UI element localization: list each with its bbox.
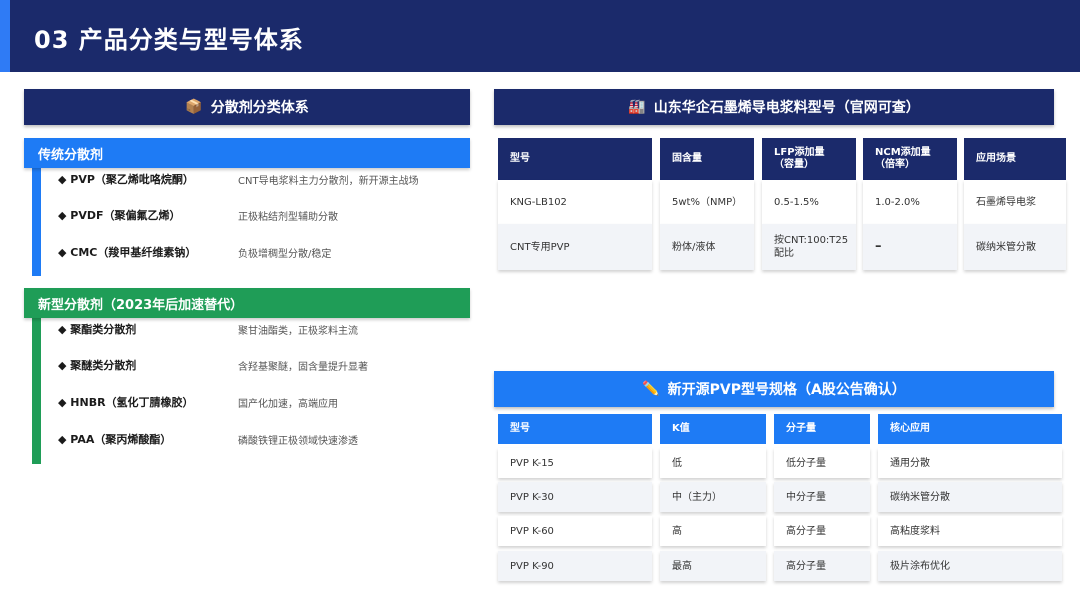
table-cell: 高 [660,516,766,546]
item-desc: 聚甘油酯类，正极浆料主流 [238,325,358,337]
table-header-cell: NCM添加量 （倍率） [863,138,957,180]
table-cell: PVP K-90 [498,551,652,581]
table-cell: 低分子量 [774,448,870,478]
left-panel-title: 分散剂分类体系 [210,100,309,116]
table-cell: 极片涂布优化 [878,551,1062,581]
table-cell: 通用分散 [878,448,1062,478]
table-header-cell: 固含量 [660,138,754,180]
table-cell: 高粘度浆料 [878,516,1062,546]
table-cell: 高分子量 [774,516,870,546]
item-name: ◆ PVDF（聚偏氟乙烯） [58,209,181,222]
right-top-panel-header: 🏭 山东华企石墨烯导电浆料型号（官网可查） [494,89,1054,125]
table-header-cell: LFP添加量 （容量） [762,138,856,180]
new-type-accent-bar [32,314,41,464]
item-name: ◆ PAA（聚丙烯酸酯） [58,433,172,446]
item-desc: 国产化加速，高端应用 [238,398,338,410]
list-item: ◆ CMC（羧甲基纤维素钠） 负极增稠型分散/稳定 [58,241,331,263]
traditional-accent-bar [32,166,41,276]
item-name: ◆ 聚醚类分散剂 [58,359,137,372]
page-header: 03 产品分类与型号体系 [0,0,1080,72]
list-item: ◆ 聚酯类分散剂 聚甘油酯类，正极浆料主流 [58,318,358,340]
table-cell: CNT专用PVP [498,224,652,270]
table-cell: PVP K-30 [498,482,652,512]
table-header-cell: 分子量 [774,414,870,444]
table-header-cell: 应用场景 [964,138,1066,180]
table-cell: 碳纳米管分散 [878,482,1062,512]
right-bottom-panel-header: ✏️ 新开源PVP型号规格（A股公告确认） [494,371,1054,407]
table-cell: 石墨烯导电浆 [964,180,1066,224]
table-cell: PVP K-15 [498,448,652,478]
traditional-category-title: 传统分散剂 [24,138,470,168]
list-item: ◆ PVP（聚乙烯吡咯烷酮） CNT导电浆料主力分散剂，新开源主战场 [58,168,419,190]
header-accent-bar [0,0,10,72]
table-header-cell: K值 [660,414,766,444]
item-desc: 负极增稠型分散/稳定 [238,248,332,260]
right-bottom-panel-title: 新开源PVP型号规格（A股公告确认） [667,382,906,398]
table-cell: 按CNT:100:T25配比 [762,224,856,270]
right-top-panel-title: 山东华企石墨烯导电浆料型号（官网可查） [653,100,920,116]
list-item: ◆ PAA（聚丙烯酸酯） 磷酸铁锂正极领域快速渗透 [58,428,358,450]
item-desc: 磷酸铁锂正极领域快速渗透 [238,435,358,447]
table-cell: 5wt%（NMP） [660,180,754,224]
list-item: ◆ HNBR（氢化丁腈橡胶） 国产化加速，高端应用 [58,391,338,413]
table-cell: 0.5-1.5% [762,180,856,224]
item-name: ◆ HNBR（氢化丁腈橡胶） [58,396,194,409]
table-cell: 高分子量 [774,551,870,581]
table-cell: 最高 [660,551,766,581]
item-name: ◆ 聚酯类分散剂 [58,323,137,336]
table-cell: 低 [660,448,766,478]
item-desc: 正极粘结剂型辅助分散 [238,211,338,223]
table-cell: 碳纳米管分散 [964,224,1066,270]
item-name: ◆ PVP（聚乙烯吡咯烷酮） [58,173,194,186]
list-item: ◆ PVDF（聚偏氟乙烯） 正极粘结剂型辅助分散 [58,204,338,226]
table-cell: – [863,224,957,270]
page-title: 03 产品分类与型号体系 [34,26,304,54]
table-cell: 中（主力） [660,482,766,512]
table-cell: 粉体/液体 [660,224,754,270]
table-header-cell: 型号 [498,138,652,180]
table-cell: KNG-LB102 [498,180,652,224]
list-item: ◆ 聚醚类分散剂 含羟基聚醚，固含量提升显著 [58,354,368,376]
item-desc: 含羟基聚醚，固含量提升显著 [238,361,368,373]
factory-icon: 🏭 [628,99,646,115]
table-header-cell: 核心应用 [878,414,1062,444]
new-type-category-title: 新型分散剂（2023年后加速替代） [24,288,470,318]
table-cell: PVP K-60 [498,516,652,546]
item-name: ◆ CMC（羧甲基纤维素钠） [58,246,197,259]
table-header-cell: 型号 [498,414,652,444]
left-panel-header: 📦 分散剂分类体系 [24,89,470,125]
table-cell: 1.0-2.0% [863,180,957,224]
item-desc: CNT导电浆料主力分散剂，新开源主战场 [238,175,419,187]
box-icon: 📦 [185,99,203,115]
pencil-icon: ✏️ [642,381,660,397]
table-cell: 中分子量 [774,482,870,512]
